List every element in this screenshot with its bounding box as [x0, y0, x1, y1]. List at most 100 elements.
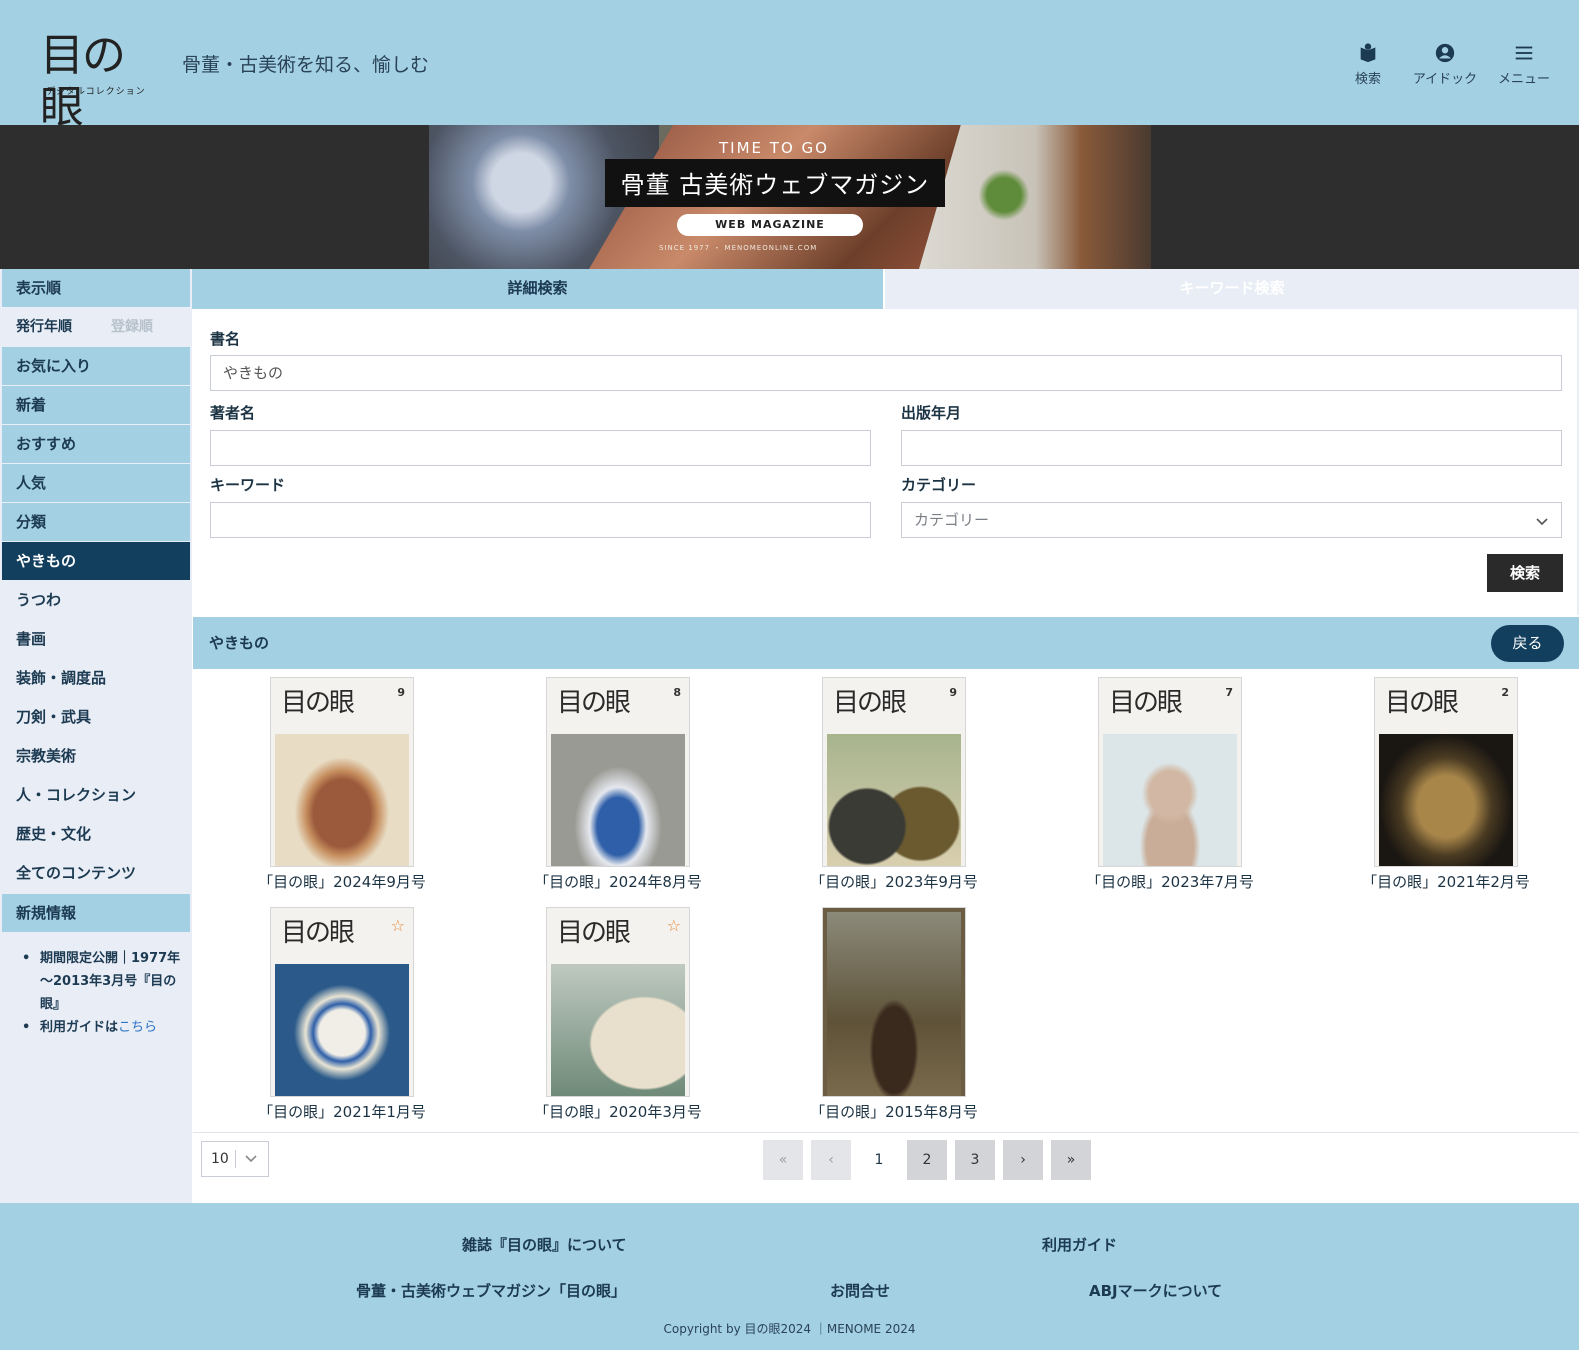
header-search-button[interactable]: 検索 — [1348, 42, 1388, 87]
magazine-cover[interactable]: 目の眼 2 — [1374, 677, 1518, 867]
site-logo[interactable]: 目の眼 デジタルコレクション — [40, 30, 155, 133]
sidebar-news-list: 期間限定公開｜1977年～2013年3月号『目の眼』 利用ガイドはこちら — [20, 947, 188, 1039]
logo-text: 目の眼 — [40, 30, 126, 133]
news-guide-link[interactable]: こちら — [118, 1020, 157, 1035]
pagination-page-2[interactable]: 2 — [907, 1140, 947, 1180]
footer-link-contact[interactable]: お問合せ — [830, 1280, 890, 1301]
sidebar-item-utsuwa[interactable]: うつわ — [2, 581, 190, 619]
item-title[interactable]: 「目の眼」2024年9月号 — [252, 871, 432, 892]
favorite-star-icon[interactable]: ☆ — [667, 916, 681, 935]
author-input[interactable] — [210, 430, 871, 466]
site-tagline: 骨董・古美術を知る、愉しむ — [182, 54, 430, 76]
banner-title: 骨董 古美術ウェブマガジン — [620, 171, 930, 199]
header-aidock-button[interactable]: アイドック — [1405, 42, 1485, 87]
magazine-cover[interactable]: 目の眼 7 — [1098, 677, 1242, 867]
cover-image — [1379, 734, 1513, 866]
banner-web-magazine-pill: WEB MAGAZINE — [677, 214, 863, 236]
user-icon — [1435, 43, 1455, 63]
item-title[interactable]: 「目の眼」2021年2月号 — [1356, 871, 1536, 892]
item-title[interactable]: 「目の眼」2023年9月号 — [804, 871, 984, 892]
site-header: 目の眼 デジタルコレクション 骨董・古美術を知る、愉しむ 検索 アイドック メニ… — [0, 0, 1579, 133]
header-aidock-label: アイドック — [1412, 72, 1478, 87]
cover-issue-number: 2 — [1501, 686, 1509, 699]
sidebar-item-new[interactable]: 新着 — [2, 386, 190, 424]
header-search-label: 検索 — [1354, 72, 1381, 87]
chevron-down-icon — [245, 1155, 257, 1163]
pagination-first[interactable]: « — [763, 1140, 803, 1180]
cover-image — [551, 734, 685, 866]
item-title[interactable]: 「目の眼」2015年8月号 — [804, 1101, 984, 1122]
item-title[interactable]: 「目の眼」2020年3月号 — [528, 1101, 708, 1122]
news-item-limited[interactable]: 期間限定公開｜1977年～2013年3月号『目の眼』 — [20, 947, 188, 1016]
title-label: 書名 — [210, 330, 241, 348]
cover-logo: 目の眼 — [557, 918, 631, 948]
cover-logo: 目の眼 — [281, 918, 355, 948]
cover-logo: 目の眼 — [833, 688, 907, 718]
sidebar-item-religious-art[interactable]: 宗教美術 — [2, 737, 190, 775]
footer-link-abj[interactable]: ABJマークについて — [1089, 1280, 1222, 1301]
sidebar-sort-publish[interactable]: 発行年順 — [2, 308, 95, 346]
sidebar-sort-header: 表示順 — [2, 269, 190, 307]
sidebar-item-history-culture[interactable]: 歴史・文化 — [2, 815, 190, 853]
tab-detail-search[interactable]: 詳細検索 — [192, 269, 883, 309]
web-magazine-banner[interactable]: TIME TO GO 骨董 古美術ウェブマガジン WEB MAGAZINE SI… — [429, 125, 1151, 269]
item-title[interactable]: 「目の眼」2023年7月号 — [1080, 871, 1260, 892]
sidebar-item-all-contents[interactable]: 全てのコンテンツ — [2, 854, 190, 892]
cover-issue-number: 8 — [673, 686, 681, 699]
magazine-cover[interactable]: ☆ — [822, 907, 966, 1097]
sidebar-item-people-collection[interactable]: 人・コレクション — [2, 776, 190, 814]
sidebar-item-recommended[interactable]: おすすめ — [2, 425, 190, 463]
pagination-next[interactable]: › — [1003, 1140, 1043, 1180]
news-item-guide-text: 利用ガイドは — [40, 1020, 119, 1035]
category-label: カテゴリー — [901, 476, 977, 494]
sidebar-item-popular[interactable]: 人気 — [2, 464, 190, 502]
magazine-cover[interactable]: 目の眼 9 — [270, 677, 414, 867]
keyword-input[interactable] — [210, 502, 871, 538]
header-menu-button[interactable]: メニュー — [1494, 42, 1554, 87]
category-select-value: カテゴリー — [914, 511, 990, 529]
cover-image — [827, 734, 961, 866]
sidebar-item-swords[interactable]: 刀剣・武具 — [2, 698, 190, 736]
sidebar-item-yakimono[interactable]: やきもの — [2, 542, 190, 580]
cover-image — [1103, 734, 1237, 866]
pagination-page-1[interactable]: 1 — [859, 1140, 899, 1180]
item-title[interactable]: 「目の眼」2021年1月号 — [252, 1101, 432, 1122]
sidebar-item-decor[interactable]: 装飾・調度品 — [2, 659, 190, 697]
pagination-page-3[interactable]: 3 — [955, 1140, 995, 1180]
cover-image — [275, 734, 409, 866]
category-select[interactable]: カテゴリー — [901, 502, 1562, 538]
back-button[interactable]: 戻る — [1491, 625, 1564, 662]
magazine-cover[interactable]: 目の眼 ☆ — [546, 907, 690, 1097]
author-label: 著者名 — [210, 404, 256, 422]
page-size-divider — [235, 1150, 236, 1168]
footer-link-guide[interactable]: 利用ガイド — [1042, 1234, 1117, 1255]
sidebar-item-favorites[interactable]: お気に入り — [2, 347, 190, 385]
results-title: やきもの — [209, 634, 270, 652]
cover-logo: 目の眼 — [281, 688, 355, 718]
magazine-cover[interactable]: 目の眼 ☆ — [270, 907, 414, 1097]
banner-small-text: SINCE 1977 ・ MENOMEONLINE.COM — [659, 244, 818, 252]
pagination-last[interactable]: » — [1051, 1140, 1091, 1180]
item-title[interactable]: 「目の眼」2024年8月号 — [528, 871, 708, 892]
cover-issue-number: 9 — [397, 686, 405, 699]
cover-image — [275, 964, 409, 1096]
sidebar-sort-register[interactable]: 登録順 — [97, 308, 190, 346]
publish-date-input[interactable] — [901, 430, 1562, 466]
page-size-select[interactable]: 10 — [201, 1141, 269, 1177]
footer-link-about[interactable]: 雑誌『目の眼』について — [462, 1234, 627, 1255]
sidebar: 表示順 発行年順 登録順 お気に入り 新着 おすすめ 人気 分類 やきもの うつ… — [0, 269, 192, 1203]
tab-keyword-search[interactable]: キーワード検索 — [885, 269, 1579, 309]
search-button[interactable]: 検索 — [1487, 554, 1563, 592]
sidebar-news-header: 新規情報 — [2, 894, 190, 932]
news-item-guide: 利用ガイドはこちら — [20, 1016, 188, 1039]
footer-link-webmag[interactable]: 骨董・古美術ウェブマガジン「目の眼」 — [356, 1280, 626, 1301]
magazine-cover[interactable]: 目の眼 8 — [546, 677, 690, 867]
magazine-cover[interactable]: 目の眼 9 — [822, 677, 966, 867]
cover-image — [551, 964, 685, 1096]
favorite-star-icon[interactable]: ☆ — [391, 916, 405, 935]
sidebar-item-shoga[interactable]: 書画 — [2, 620, 190, 658]
title-input[interactable]: やきもの — [210, 355, 1562, 391]
cover-issue-number: 7 — [1225, 686, 1233, 699]
pagination-prev[interactable]: ‹ — [811, 1140, 851, 1180]
header-menu-label: メニュー — [1497, 72, 1550, 87]
